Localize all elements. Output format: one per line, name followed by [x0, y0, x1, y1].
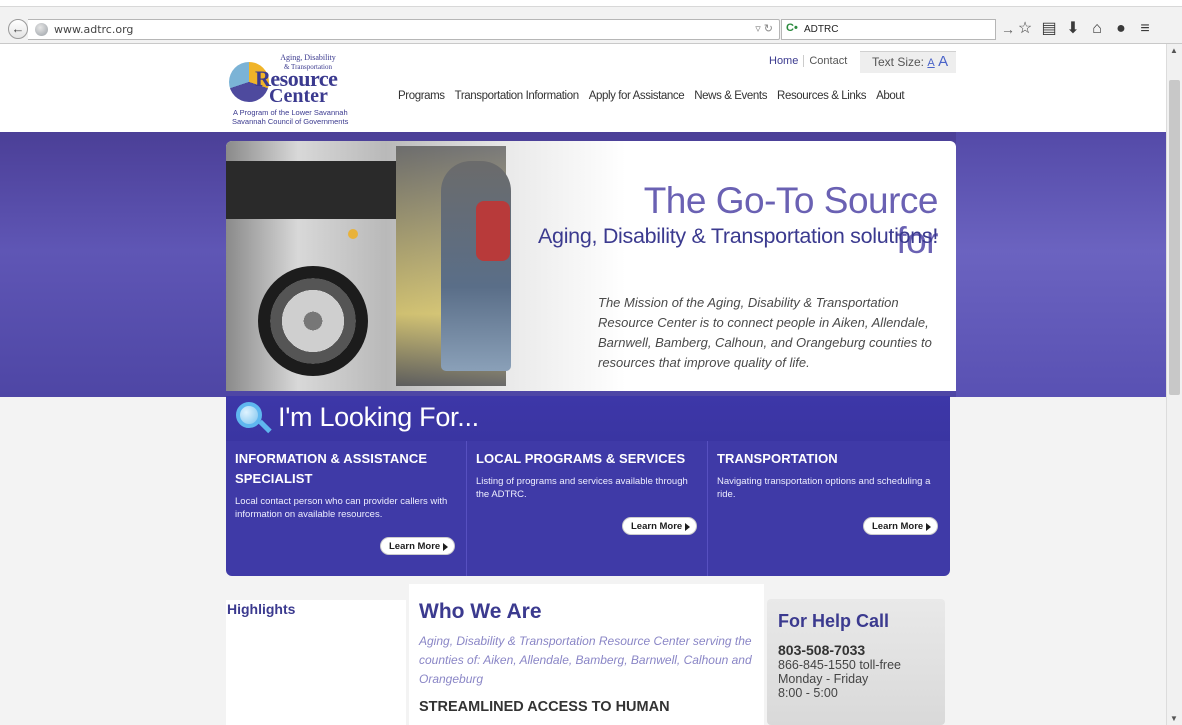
- looking-for-header: I'm Looking For...: [226, 396, 950, 441]
- card-local-programs: LOCAL PROGRAMS & SERVICES Listing of pro…: [467, 441, 708, 576]
- bus-light: [348, 229, 358, 239]
- help-title: For Help Call: [778, 611, 890, 631]
- browser-toolbar: ← www.adtrc.org ▿ ↻ C• ADTRC → ☆ ▤ ⬇ ⌂ ●…: [0, 0, 1182, 44]
- search-box[interactable]: C• ADTRC →: [781, 19, 1015, 40]
- text-size-large-button[interactable]: A: [938, 53, 948, 70]
- nav-about[interactable]: About: [876, 90, 904, 102]
- passenger-figure: [441, 161, 511, 371]
- contact-link[interactable]: Contact: [809, 55, 847, 67]
- help-days: Monday - Friday: [778, 672, 869, 686]
- main-navigation: Programs Transportation Information Appl…: [398, 90, 905, 102]
- home-icon[interactable]: ⌂: [1085, 18, 1109, 40]
- nav-news-events[interactable]: News & Events: [694, 90, 767, 102]
- url-text[interactable]: www.adtrc.org: [54, 23, 133, 36]
- learn-more-button[interactable]: Learn More: [622, 517, 698, 535]
- bus-wheel: [258, 266, 368, 376]
- text-size-small-button[interactable]: A: [927, 57, 934, 69]
- hero-banner: The Go-To Source for Aging, Disability &…: [226, 141, 956, 391]
- bookmark-star-icon[interactable]: ☆: [1013, 18, 1037, 40]
- nav-apply-for-assistance[interactable]: Apply for Assistance: [589, 90, 685, 102]
- window-top-edge: [0, 0, 1182, 7]
- nav-transportation-information[interactable]: Transportation Information: [455, 90, 579, 102]
- hero-background-band-right: [956, 132, 1166, 397]
- bookmarks-list-icon[interactable]: ▤: [1037, 18, 1061, 40]
- vertical-scrollbar[interactable]: ▲ ▼: [1166, 44, 1182, 725]
- looking-for-cards: INFORMATION & ASSISTANCE SPECIALIST Loca…: [226, 441, 950, 576]
- help-call-box: For Help Call 803-508-7033 866-845-1550 …: [767, 599, 945, 725]
- learn-more-button[interactable]: Learn More: [380, 537, 456, 555]
- scrollbar-thumb[interactable]: [1169, 80, 1180, 395]
- logo-line-1: Aging, Disability: [280, 53, 336, 62]
- text-size-control: Text Size: A A: [860, 51, 956, 73]
- site-header: Aging, Disability & Transportation Resou…: [0, 44, 1166, 132]
- help-phone-tollfree[interactable]: 866-845-1550 toll-free: [778, 658, 935, 672]
- reload-icon[interactable]: ▿ ↻: [755, 22, 773, 35]
- card-description: Local contact person who can provider ca…: [235, 496, 448, 520]
- card-information-assistance: INFORMATION & ASSISTANCE SPECIALIST Loca…: [226, 441, 467, 576]
- who-we-are-title: Who We Are: [419, 600, 542, 623]
- help-phone-primary[interactable]: 803-508-7033: [778, 642, 935, 658]
- web-page: Aging, Disability & Transportation Resou…: [0, 44, 1166, 725]
- card-description: Navigating transportation options and sc…: [717, 476, 931, 500]
- nav-programs[interactable]: Programs: [398, 90, 445, 102]
- hero-headline: The Go-To Source for: [643, 180, 939, 261]
- card-title[interactable]: INFORMATION & ASSISTANCE SPECIALIST: [235, 449, 458, 489]
- logo-line-5: A Program of the Lower Savannah: [233, 108, 348, 117]
- lower-content: Highlights Who We Are Aging, Disability …: [226, 584, 950, 725]
- mission-statement: The Mission of the Aging, Disability & T…: [598, 295, 932, 370]
- help-hours: 8:00 - 5:00: [778, 686, 838, 700]
- highlights-panel: Highlights: [226, 600, 406, 725]
- menu-icon[interactable]: ≡: [1133, 18, 1157, 40]
- card-title[interactable]: TRANSPORTATION: [717, 449, 941, 469]
- address-bar[interactable]: www.adtrc.org ▿ ↻: [28, 19, 780, 40]
- learn-more-button[interactable]: Learn More: [863, 517, 939, 535]
- magnifier-handle: [258, 419, 272, 434]
- chat-icon[interactable]: ●: [1109, 18, 1133, 40]
- hero-subheadline: Aging, Disability & Transportation solut…: [538, 224, 938, 248]
- search-engine-icon[interactable]: C•: [786, 22, 798, 34]
- bus-photo: [226, 141, 626, 391]
- scroll-down-icon[interactable]: ▼: [1170, 714, 1178, 723]
- scroll-up-icon[interactable]: ▲: [1170, 46, 1178, 55]
- download-icon[interactable]: ⬇: [1061, 18, 1085, 40]
- card-transportation: TRANSPORTATION Navigating transportation…: [708, 441, 949, 576]
- who-we-are-section: Who We Are Aging, Disability & Transport…: [409, 584, 764, 725]
- text-size-label: Text Size:: [872, 55, 925, 69]
- who-we-are-text: Aging, Disability & Transportation Resou…: [419, 634, 752, 686]
- highlights-title: Highlights: [227, 601, 296, 617]
- home-link[interactable]: Home: [769, 55, 798, 67]
- utility-links: Home Contact: [769, 55, 847, 67]
- search-input[interactable]: ADTRC: [804, 24, 838, 35]
- bus-window: [226, 161, 396, 219]
- card-title[interactable]: LOCAL PROGRAMS & SERVICES: [476, 449, 699, 469]
- card-description: Listing of programs and services availab…: [476, 476, 688, 500]
- who-we-are-subheading: STREAMLINED ACCESS TO HUMAN: [419, 699, 670, 715]
- nav-resources-links[interactable]: Resources & Links: [777, 90, 866, 102]
- logo-line-4: Center: [269, 85, 328, 107]
- looking-for-title: I'm Looking For...: [278, 402, 479, 432]
- back-button[interactable]: ←: [8, 19, 28, 39]
- site-logo[interactable]: Aging, Disability & Transportation Resou…: [229, 54, 369, 128]
- logo-line-6: Savannah Council of Governments: [232, 117, 349, 126]
- toolbar-icons: ☆ ▤ ⬇ ⌂ ● ≡: [1013, 18, 1157, 40]
- globe-icon: [35, 23, 48, 36]
- link-divider: [803, 55, 805, 67]
